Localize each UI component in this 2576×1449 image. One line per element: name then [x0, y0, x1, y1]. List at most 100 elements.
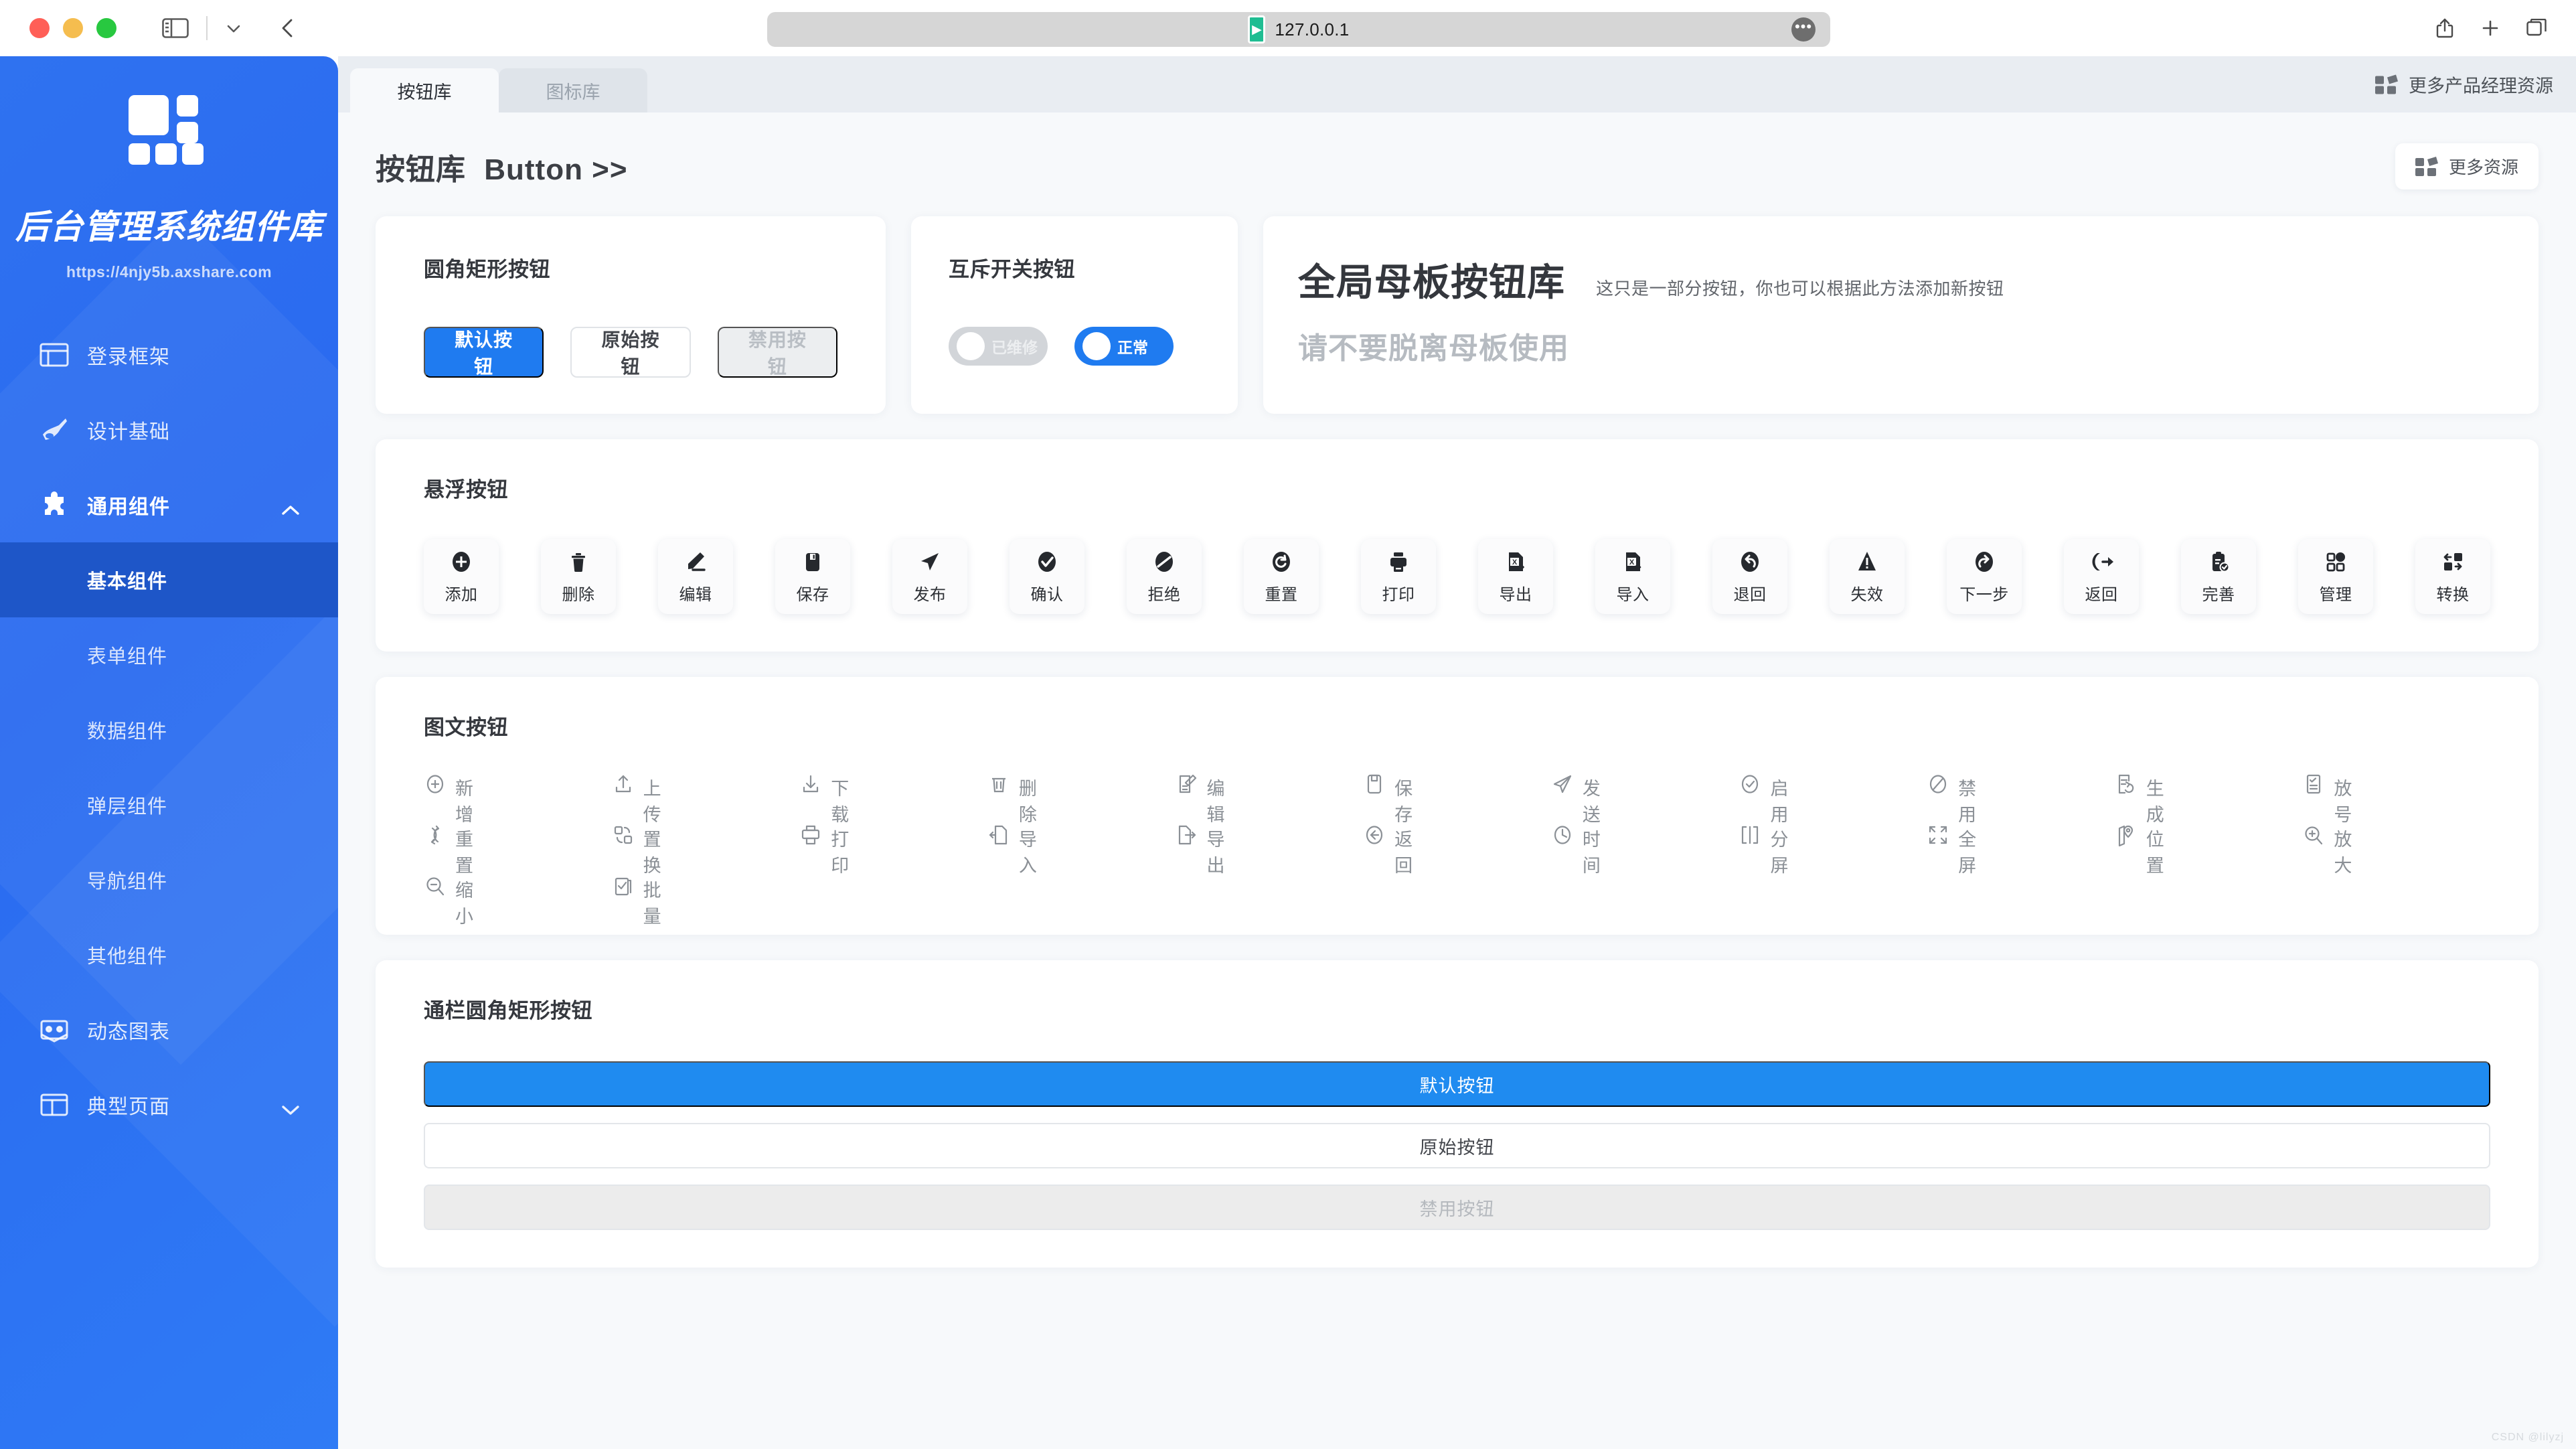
- float-button-next-step[interactable]: 下一步: [1947, 539, 2022, 614]
- float-button-complete[interactable]: 完善: [2181, 539, 2256, 614]
- ban-circle-outline-icon: [1927, 773, 1949, 795]
- window-minimize-button[interactable]: [63, 18, 83, 38]
- original-button[interactable]: 原始按钮: [570, 327, 691, 378]
- chevron-down-icon[interactable]: [225, 19, 242, 37]
- float-button-back[interactable]: 返回: [2064, 539, 2139, 614]
- text-button-replace[interactable]: 置换: [612, 824, 800, 876]
- text-button-batch[interactable]: 批量: [612, 874, 800, 927]
- float-button-convert[interactable]: 转换: [2415, 539, 2490, 614]
- float-button-confirm[interactable]: 确认: [1010, 539, 1084, 614]
- text-button-fullscreen[interactable]: 全屏: [1927, 824, 2115, 876]
- sidebar-toggle-icon[interactable]: [162, 17, 189, 39]
- text-button-import[interactable]: 导入: [987, 824, 1176, 876]
- float-button-publish[interactable]: 发布: [892, 539, 967, 614]
- back-chevron-icon[interactable]: [278, 17, 297, 40]
- text-button-upload[interactable]: 上传: [612, 773, 800, 825]
- toggle-normal[interactable]: 正常: [1074, 327, 1174, 366]
- zoom-in-icon: [2302, 824, 2325, 846]
- chevron-down-icon[interactable]: [280, 1099, 301, 1115]
- text-button-new[interactable]: 新增: [424, 773, 612, 825]
- window-close-button[interactable]: [29, 18, 50, 38]
- float-button-manage[interactable]: 管理: [2298, 539, 2373, 614]
- toggle-knob: [1082, 332, 1111, 360]
- float-button-return[interactable]: 退回: [1712, 539, 1787, 614]
- undo-circle-icon: [1737, 548, 1763, 575]
- tab-icon-library[interactable]: 图标库: [499, 68, 647, 112]
- sidebar-item-form-components[interactable]: 表单组件: [0, 617, 338, 692]
- batch-check-icon: [612, 874, 635, 897]
- text-button-generate[interactable]: 生成: [2115, 773, 2303, 825]
- float-button-reject[interactable]: 拒绝: [1127, 539, 1202, 614]
- sidebar-item-popup-components[interactable]: 弹层组件: [0, 767, 338, 842]
- default-button[interactable]: 默认按钮: [424, 327, 544, 378]
- sidebar-item-basic-components[interactable]: 基本组件: [0, 542, 338, 617]
- float-button-edit[interactable]: 编辑: [658, 539, 733, 614]
- toggle-knob: [957, 332, 985, 360]
- text-button-save[interactable]: 保存: [1363, 773, 1551, 825]
- text-button-enable[interactable]: 启用: [1739, 773, 1927, 825]
- float-button-reset[interactable]: 重置: [1244, 539, 1319, 614]
- text-button-disable[interactable]: 禁用: [1927, 773, 2115, 825]
- text-button-label: 生成: [2146, 779, 2165, 825]
- text-button-back[interactable]: 返回: [1363, 824, 1551, 876]
- text-button-time[interactable]: 时间: [1551, 824, 1739, 876]
- float-button-delete[interactable]: 删除: [541, 539, 616, 614]
- sidebar-item-data-components[interactable]: 数据组件: [0, 692, 338, 767]
- float-button-label: 添加: [445, 586, 478, 604]
- sidebar-item-label: 登录框架: [87, 346, 170, 368]
- sidebar-item-label: 动态图表: [87, 1021, 170, 1043]
- ellipsis-icon[interactable]: •••: [1791, 17, 1816, 42]
- float-button-import[interactable]: X 导入: [1595, 539, 1670, 614]
- text-button-delete[interactable]: 删除: [987, 773, 1176, 825]
- sidebar-item-other-components[interactable]: 其他组件: [0, 917, 338, 992]
- float-button-export[interactable]: X 导出: [1478, 539, 1553, 614]
- more-resources-button[interactable]: 更多资源: [2395, 143, 2539, 189]
- text-button-split-screen[interactable]: 分屏: [1739, 824, 1927, 876]
- text-button-download[interactable]: 下载: [799, 773, 987, 825]
- float-button-invalid[interactable]: 失效: [1830, 539, 1905, 614]
- share-icon[interactable]: [2435, 17, 2454, 39]
- float-button-print[interactable]: 打印: [1361, 539, 1436, 614]
- sidebar-item-common-components[interactable]: 通用组件: [0, 467, 338, 542]
- float-button-save[interactable]: 保存: [775, 539, 850, 614]
- sidebar-item-nav-components[interactable]: 导航组件: [0, 842, 338, 917]
- chart-icon: [39, 1014, 70, 1045]
- address-bar[interactable]: ▶ 127.0.0.1 •••: [767, 12, 1830, 47]
- text-button-edit[interactable]: 编辑: [1176, 773, 1364, 825]
- sidebar-item-login-frame[interactable]: 登录框架: [0, 317, 338, 392]
- ban-circle-icon: [1151, 548, 1178, 575]
- watermark: CSDN @lilyzj: [2491, 1432, 2564, 1443]
- text-button-print[interactable]: 打印: [799, 824, 987, 876]
- text-button-release-number[interactable]: 放号: [2302, 773, 2490, 825]
- master-subtitle: 请不要脱离母板使用: [1298, 332, 1569, 365]
- download-icon: [799, 773, 822, 795]
- plus-circle-outline-icon: [424, 773, 447, 795]
- sidebar-item-design-basics[interactable]: 设计基础: [0, 392, 338, 467]
- text-button-export[interactable]: 导出: [1176, 824, 1364, 876]
- tab-overview-icon[interactable]: [2526, 19, 2547, 37]
- text-button-send[interactable]: 发送: [1551, 773, 1739, 825]
- text-button-reset[interactable]: 重置: [424, 824, 612, 876]
- disabled-button: 禁用按钮: [717, 327, 837, 378]
- sidebar-subitem-label: 基本组件: [87, 571, 168, 593]
- tab-button-library[interactable]: 按钮库: [350, 68, 499, 112]
- text-button-label: 打印: [831, 830, 850, 876]
- wide-default-button[interactable]: 默认按钮: [424, 1061, 2490, 1107]
- wide-original-button[interactable]: 原始按钮: [424, 1123, 2490, 1168]
- text-button-zoom-in[interactable]: 放大: [2302, 824, 2490, 876]
- text-button-label: 批量: [643, 881, 662, 927]
- plus-icon[interactable]: [2481, 19, 2500, 37]
- sidebar-item-label: 典型页面: [87, 1096, 170, 1118]
- text-button-label: 上传: [643, 779, 662, 825]
- text-button-location[interactable]: 位置: [2115, 824, 2303, 876]
- toggle-repaired[interactable]: 已维修: [949, 327, 1048, 366]
- browser-right-toolbar: [2435, 17, 2547, 39]
- window-maximize-button[interactable]: [96, 18, 116, 38]
- text-button-zoom-out[interactable]: 缩小: [424, 874, 612, 927]
- float-button-add[interactable]: 添加: [424, 539, 499, 614]
- chevron-up-icon[interactable]: [280, 499, 301, 515]
- more-pm-resources-link[interactable]: 更多产品经理资源: [2375, 72, 2553, 98]
- section-wide-buttons: 通栏圆角矩形按钮 默认按钮 原始按钮 禁用按钮: [376, 960, 2539, 1268]
- sidebar-item-typical-pages[interactable]: 典型页面: [0, 1067, 338, 1142]
- sidebar-item-dynamic-charts[interactable]: 动态图表: [0, 992, 338, 1067]
